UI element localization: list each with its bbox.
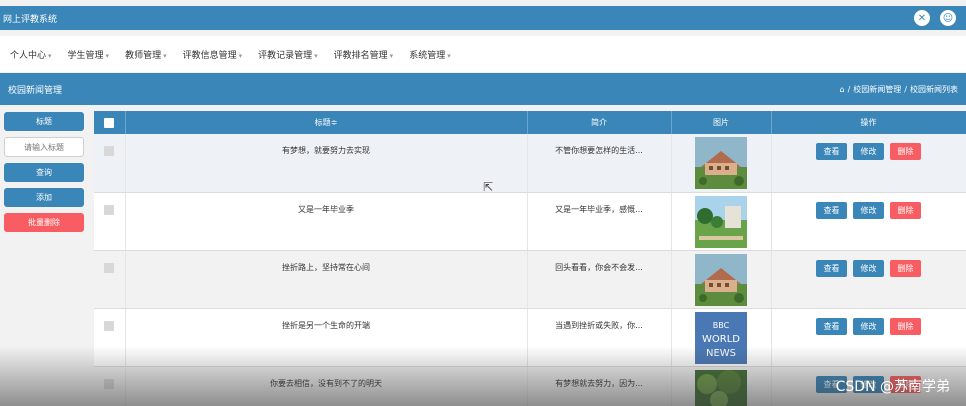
news-thumbnail: BBC WORLD NEWS [695,312,747,364]
add-button[interactable]: 添加 [4,188,84,207]
fullscreen-icon[interactable]: ✕ [914,10,930,26]
nav-item-evaluation-info[interactable]: 评教信息管理 ▾ [183,48,243,61]
news-title: 你要去相信，没有到不了的明天 [270,378,382,388]
news-intro: 当遇到挫折或失败，你... [555,320,643,330]
delete-button[interactable]: 删除 [890,201,921,219]
chevron-down-icon: ▾ [163,51,167,60]
breadcrumb: ⌂ / 校园新闻管理 / 校园新闻列表 [839,84,958,95]
title-filter-label: 标题 [4,112,84,131]
chevron-down-icon: ▾ [238,51,243,60]
row-checkbox[interactable] [104,262,115,273]
edit-button[interactable]: 修改 [853,201,884,219]
news-thumbnail [695,196,747,248]
edit-button[interactable]: 修改 [853,143,884,160]
main-nav: 个人中心 ▾ 学生管理 ▾ 教师管理 ▾ 评教信息管理 ▾ 评教记录管理 ▾ 评教排名管理… [0,36,966,72]
news-thumbnail [695,137,747,189]
column-header-intro: 简介 [527,111,672,134]
news-intro: 又是一年毕业季，感慨... [555,204,643,214]
nav-item-evaluation-records[interactable]: 评教记录管理 ▾ [258,48,318,61]
page-header: 校园新闻管理 ⌂ / 校园新闻管理 / 校园新闻列表 [0,73,966,105]
news-thumbnail [695,370,747,406]
table-header: 标题≑ 简介 图片 操作 [94,111,966,134]
svg-text:BBC: BBC [713,321,730,330]
page-title: 校园新闻管理 [8,85,63,96]
chevron-down-icon: ▾ [105,51,110,60]
table-row: 挫折是另一个生命的开端 当遇到挫折或失败，你... BBC WORLD NEWS 查看 修改… [94,308,966,367]
filter-panel: 标题 查询 添加 批量删除 [0,110,88,232]
row-checkbox[interactable] [104,378,115,389]
news-intro: 不管你想要怎样的生活... [555,146,643,155]
nav-item-evaluation-ranking[interactable]: 评教排名管理 ▾ [334,48,394,61]
table-row: 挫折路上，坚持常在心间 回头看看，你会不会发... 查看 修改 删除 [94,250,966,309]
chevron-down-icon: ▾ [314,51,318,60]
column-header-actions: 操作 [771,111,966,134]
delete-button[interactable]: 删除 [890,143,921,160]
search-button[interactable]: 查询 [4,163,84,182]
chevron-down-icon: ▾ [389,51,394,60]
news-title: 挫折路上，坚持常在心间 [282,262,370,272]
home-icon[interactable]: ⌂ [840,85,845,94]
view-button[interactable]: 查看 [816,143,847,160]
row-checkbox[interactable] [104,204,115,215]
chevron-down-icon: ▾ [48,51,52,60]
news-thumbnail [695,254,747,306]
news-intro: 回头看看，你会不会发... [555,262,643,272]
view-button[interactable]: 查看 [816,259,847,277]
row-checkbox[interactable] [104,146,115,156]
top-bar: 网上评教系统 ✕ ☺ [0,6,966,30]
edit-button[interactable]: 修改 [853,259,884,277]
app-title: 网上评教系统 [3,14,58,25]
row-checkbox[interactable] [104,320,115,331]
column-header-image: 图片 [671,111,772,134]
chevron-down-icon: ▾ [447,51,451,60]
breadcrumb-item[interactable]: 校园新闻管理 [853,84,901,95]
edit-button[interactable]: 修改 [853,317,884,335]
svg-text:WORLD: WORLD [702,334,740,345]
select-all-checkbox[interactable] [94,111,126,134]
table-row: 有梦想，就要努力去实现 不管你想要怎样的生活... 查看 修改 删除 [94,134,966,193]
nav-item-student-management[interactable]: 学生管理 ▾ [68,48,110,61]
mouse-cursor-icon: ⇱ [483,180,494,194]
svg-text:NEWS: NEWS [706,348,736,359]
news-title: 有梦想，就要努力去实现 [282,146,370,155]
breadcrumb-item: 校园新闻列表 [910,84,958,94]
watermark: CSDN @苏南学弟 [835,379,950,395]
column-header-title[interactable]: 标题≑ [125,111,528,134]
delete-button[interactable]: 删除 [890,259,921,277]
title-search-input[interactable] [4,137,84,157]
view-button[interactable]: 查看 [816,317,847,335]
batch-delete-button[interactable]: 批量删除 [4,213,84,232]
news-intro: 有梦想就去努力，因为... [555,378,643,388]
delete-button[interactable]: 删除 [890,317,921,335]
table-row: 又是一年毕业季 又是一年毕业季，感慨... 查看 修改 删除 [94,192,966,251]
news-table: 标题≑ 简介 图片 操作 有梦想，就要努力去实现 不管你想要怎样的生活... 查看修… [94,111,966,406]
view-button[interactable]: 查看 [816,201,847,219]
nav-item-system-management[interactable]: 系统管理 ▾ [409,48,451,61]
nav-item-personal-center[interactable]: 个人中心 ▾ [10,48,52,61]
user-icon[interactable]: ☺ [940,10,956,26]
nav-item-teacher-management[interactable]: 教师管理 ▾ [125,48,167,61]
news-title: 又是一年毕业季 [298,204,354,214]
news-title: 挫折是另一个生命的开端 [282,320,370,330]
